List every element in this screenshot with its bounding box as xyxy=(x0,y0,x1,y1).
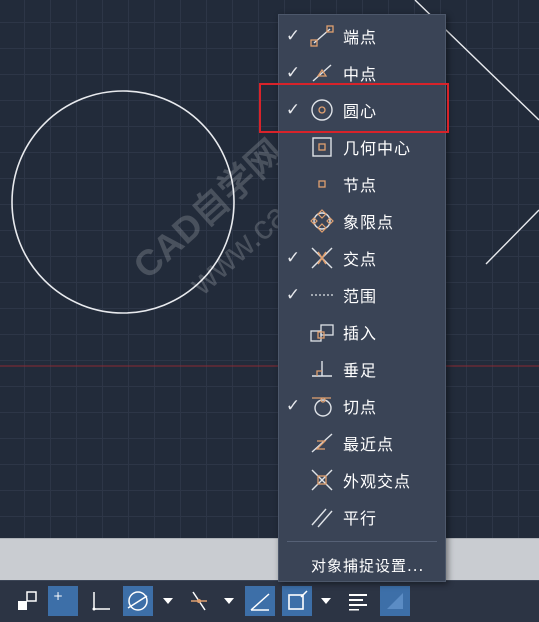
status-bar: + xyxy=(0,580,539,622)
snap-grid-icon[interactable] xyxy=(12,586,42,616)
tangent-icon xyxy=(307,393,337,419)
osnap-icon[interactable] xyxy=(282,586,312,616)
apparent-intersection-icon xyxy=(307,467,337,493)
menu-item-tangent[interactable]: ✓ 切点 xyxy=(279,388,445,424)
drawn-line-lower xyxy=(485,209,539,265)
menu-item-quadrant[interactable]: 象限点 xyxy=(279,203,445,239)
drawing-canvas[interactable]: CAD自学网 www.cadzxw.com xyxy=(0,0,539,540)
isometric-dropdown-icon[interactable] xyxy=(221,586,237,616)
menu-item-label: 象限点 xyxy=(343,213,395,232)
node-icon xyxy=(307,171,337,197)
menu-item-perpendicular[interactable]: 垂足 xyxy=(279,351,445,387)
menu-item-label: 最近点 xyxy=(343,435,395,454)
check-icon: ✓ xyxy=(285,248,301,268)
menu-item-label: 交点 xyxy=(343,250,378,269)
perpendicular-icon xyxy=(307,356,337,382)
osnap-settings-label: 对象捕捉设置... xyxy=(311,556,425,575)
parallel-icon xyxy=(307,504,337,530)
menu-item-label: 平行 xyxy=(343,509,378,528)
quadrant-icon xyxy=(307,208,337,234)
transparency-icon[interactable] xyxy=(380,586,410,616)
check-icon: ✓ xyxy=(285,285,301,305)
command-line-area[interactable] xyxy=(0,538,539,581)
menu-item-label: 范围 xyxy=(343,287,378,306)
polar-tracking-icon[interactable] xyxy=(123,586,153,616)
menu-item-label: 中点 xyxy=(343,65,378,84)
check-icon: ✓ xyxy=(285,396,301,416)
menu-item-parallel[interactable]: 平行 xyxy=(279,499,445,535)
osnap-tracking-icon[interactable] xyxy=(245,586,275,616)
endpoint-icon xyxy=(307,23,337,49)
ortho-icon[interactable] xyxy=(86,586,116,616)
center-highlight-box xyxy=(259,83,449,133)
menu-item-label: 几何中心 xyxy=(343,139,412,158)
osnap-settings-item[interactable]: 对象捕捉设置... xyxy=(279,549,445,581)
menu-item-apparent-intersection[interactable]: 外观交点 xyxy=(279,462,445,498)
osnap-dropdown-icon[interactable] xyxy=(318,586,334,616)
polar-dropdown-icon[interactable] xyxy=(160,586,176,616)
menu-divider xyxy=(287,541,437,542)
menu-item-node[interactable]: 节点 xyxy=(279,166,445,202)
menu-item-label: 节点 xyxy=(343,176,378,195)
menu-item-intersection[interactable]: ✓ 交点 xyxy=(279,240,445,276)
check-icon: ✓ xyxy=(285,26,301,46)
menu-item-geometric-center[interactable]: 几何中心 xyxy=(279,129,445,165)
nearest-icon xyxy=(307,430,337,456)
menu-item-nearest[interactable]: 最近点 xyxy=(279,425,445,461)
lineweight-icon[interactable] xyxy=(343,586,373,616)
geometric-center-icon xyxy=(307,134,337,160)
isometric-icon[interactable] xyxy=(184,586,214,616)
grid-snap-icon[interactable]: + xyxy=(48,586,78,616)
insertion-icon xyxy=(307,319,337,345)
menu-item-label: 外观交点 xyxy=(343,472,412,491)
menu-item-label: 切点 xyxy=(343,398,378,417)
menu-item-insertion[interactable]: 插入 xyxy=(279,314,445,350)
extension-icon xyxy=(307,282,337,308)
menu-item-endpoint[interactable]: ✓ 端点 xyxy=(279,18,445,54)
menu-item-label: 插入 xyxy=(343,324,378,343)
menu-item-label: 垂足 xyxy=(343,361,378,380)
drawing-geometry xyxy=(0,0,539,367)
check-icon: ✓ xyxy=(285,63,301,83)
svg-text:+: + xyxy=(53,589,63,603)
menu-item-extension[interactable]: ✓ 范围 xyxy=(279,277,445,313)
menu-item-label: 端点 xyxy=(343,28,378,47)
intersection-icon xyxy=(307,245,337,271)
